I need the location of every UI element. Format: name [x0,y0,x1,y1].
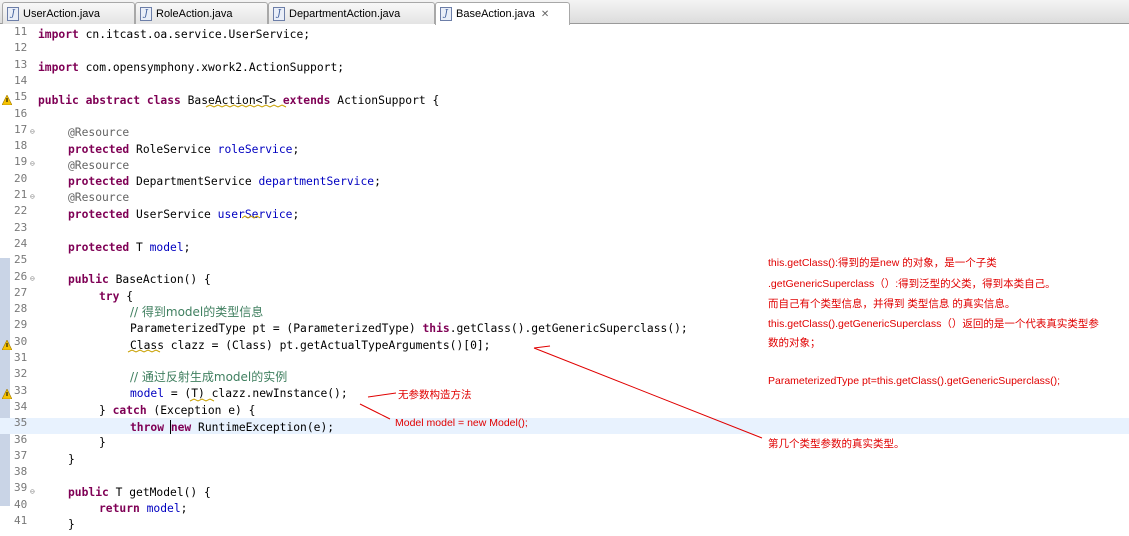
annotation-arrow [533,345,551,349]
warning-underline [189,398,215,402]
warning-underline [241,215,261,219]
annotation-arrow [359,403,391,420]
annotation-overlay [127,104,763,439]
warning-underline [127,349,161,353]
warning-underline [205,104,287,108]
annotation-arrow [367,392,397,398]
annotation-arrow [533,347,763,439]
